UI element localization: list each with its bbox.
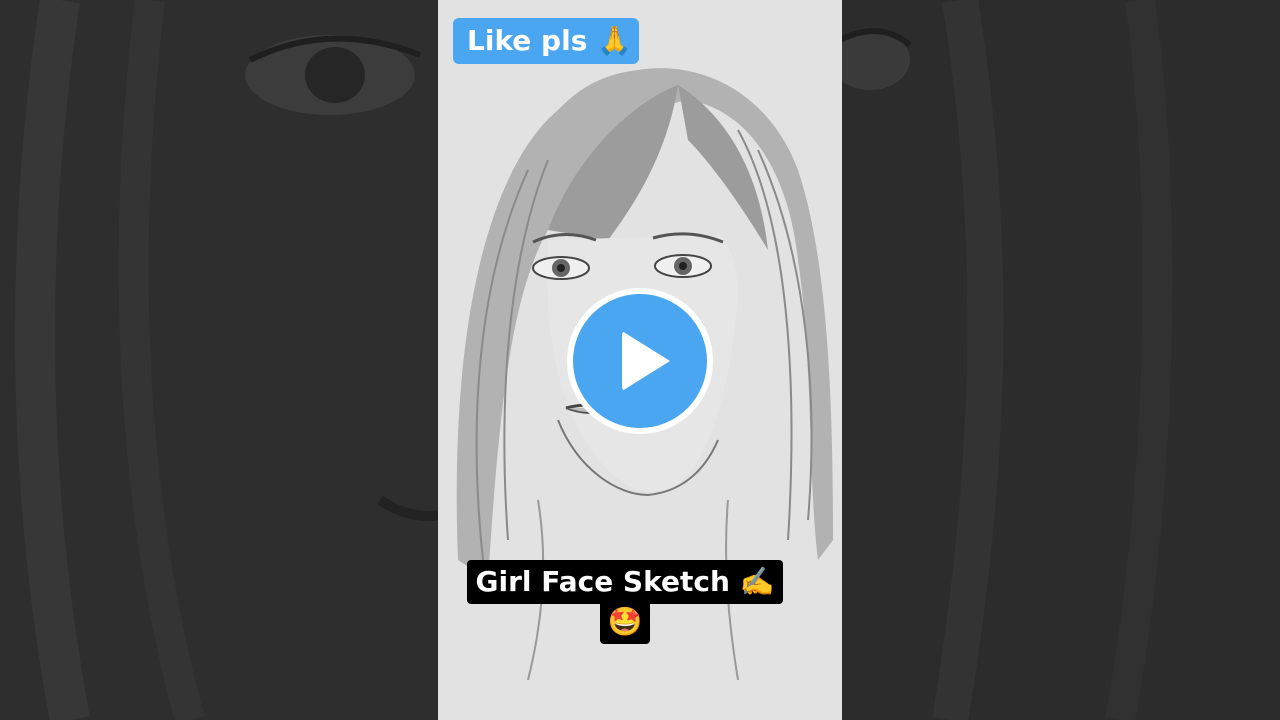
caption-title: Girl Face Sketch ✍️ [467,560,783,604]
blurred-background-right [840,0,1280,720]
play-icon [622,331,670,391]
play-button[interactable] [567,288,713,434]
video-caption: Girl Face Sketch ✍️ 🤩 [462,560,788,644]
blurred-background-left [0,0,440,720]
video-thumbnail[interactable]: Like pls 🙏 Girl Face Sketch ✍️ 🤩 [0,0,1280,720]
like-pls-badge: Like pls 🙏 [453,18,639,64]
caption-emoji: 🤩 [599,600,651,644]
